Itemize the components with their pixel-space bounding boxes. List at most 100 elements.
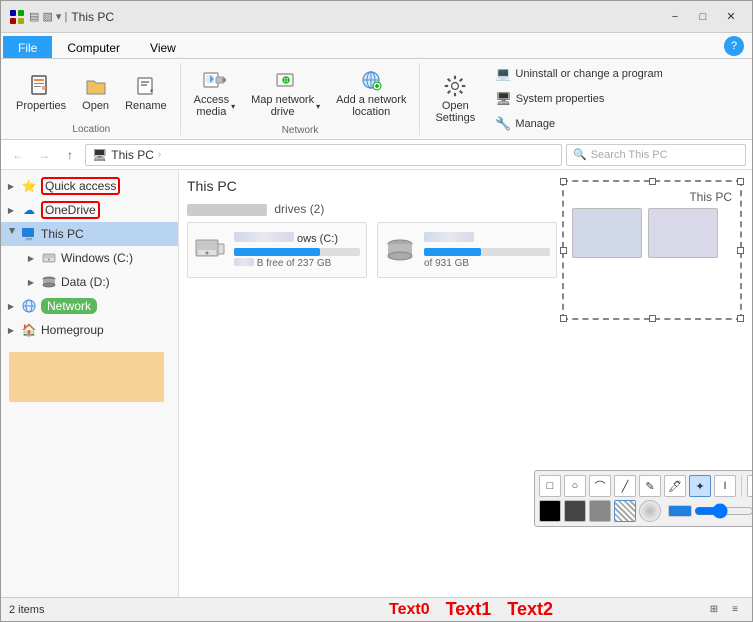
color-fade-button[interactable] (639, 500, 661, 522)
drive-d-info: of 931 GB (424, 232, 550, 269)
opacity-slider[interactable] (694, 505, 752, 517)
rename-button[interactable]: Rename (118, 69, 174, 117)
status-count: 2 items (9, 604, 237, 616)
map-network-label: Map networkdrive (251, 94, 314, 118)
drives-label: drives (2) (187, 202, 744, 216)
uninstall-button[interactable]: 💻 Uninstall or change a program (488, 63, 670, 85)
rename-icon (134, 74, 158, 98)
draw-line-button[interactable]: ╱ (614, 475, 636, 497)
draw-text-button[interactable]: I (714, 475, 736, 497)
search-box[interactable]: 🔍 Search This PC (566, 144, 746, 166)
content-area: This PC drives (2) (179, 170, 752, 597)
status-center: Text0 Text1 Text2 (243, 599, 699, 620)
drive-c-info: ows (C:) B free of 237 GB (234, 232, 360, 269)
ribbon-group-system: OpenSettings 💻 Uninstall or change a pro… (420, 63, 679, 135)
manage-button[interactable]: 🔧 Manage (488, 113, 670, 135)
drive-d-bar-fill (424, 248, 481, 256)
tab-file[interactable]: File (3, 36, 52, 58)
tab-view[interactable]: View (135, 36, 191, 58)
location-group-label: Location (9, 122, 174, 135)
this-pc-arrow: ▶ (5, 228, 17, 240)
drive-d-name (424, 232, 550, 245)
window-icon (9, 9, 25, 25)
close-button[interactable]: ✕ (718, 7, 744, 27)
network-group-label: Network (187, 123, 414, 136)
color-pattern-button[interactable] (614, 500, 636, 522)
tab-computer[interactable]: Computer (52, 36, 135, 58)
sidebar-item-this-pc[interactable]: ▶ This PC (1, 222, 178, 246)
draw-pen-button[interactable]: 🖊 (664, 475, 686, 497)
drive-c-size: B free of 237 GB (234, 258, 360, 269)
minimize-button[interactable]: − (662, 7, 688, 27)
drives-grid: ows (C:) B free of 237 GB (187, 222, 744, 278)
sidebar-item-onedrive[interactable]: ▶ ☁ OneDrive (1, 198, 178, 222)
drive-c-icon (194, 234, 226, 266)
title-bar-title: This PC (71, 10, 662, 24)
color-blue-swatch (668, 505, 692, 517)
map-network-arrow: ▾ (316, 102, 320, 111)
sidebar-item-network[interactable]: ▶ Network (1, 294, 178, 318)
path-this-pc: This PC (111, 148, 154, 162)
draw-circle-button[interactable]: ○ (564, 475, 586, 497)
system-props-button[interactable]: 🖥 System properties (488, 88, 670, 110)
color-black-button[interactable] (539, 500, 561, 522)
search-placeholder: Search This PC (591, 149, 668, 161)
ribbon-content: Properties Open (1, 59, 752, 139)
drive-windows-c[interactable]: ows (C:) B free of 237 GB (187, 222, 367, 278)
access-media-icon (202, 68, 226, 92)
title-bar-quick-access: ▤ ▧ ▾ | (29, 10, 67, 23)
color-gray-button[interactable] (589, 500, 611, 522)
map-network-button[interactable]: Map networkdrive ▾ (244, 63, 327, 123)
access-media-button[interactable]: Accessmedia ▾ (187, 63, 242, 123)
forward-button[interactable]: → (33, 144, 55, 166)
uninstall-label: Uninstall or change a program (515, 68, 662, 80)
sidebar-item-quick-access[interactable]: ▶ ⭐ Quick access (1, 174, 178, 198)
quick-access-label: Quick access (41, 177, 120, 195)
view-grid-button[interactable]: ⊞ (705, 601, 723, 619)
path-icon: 🖥 (92, 148, 107, 162)
draw-rect-button[interactable]: □ (539, 475, 561, 497)
content-title: This PC (187, 178, 744, 194)
windows-c-arrow: ▶ (25, 252, 37, 264)
help-button[interactable]: ? (724, 36, 744, 56)
open-label: Open (82, 100, 109, 112)
address-path[interactable]: 🖥 This PC › (85, 144, 562, 166)
draw-star-button[interactable]: ✦ (689, 475, 711, 497)
draw-undo-button[interactable]: ↩ (747, 475, 752, 497)
open-icon (84, 74, 108, 98)
drive-data-d[interactable]: of 931 GB (377, 222, 557, 278)
maximize-button[interactable]: □ (690, 7, 716, 27)
draw-pencil-button[interactable]: ✎ (639, 475, 661, 497)
main-area: ▶ ⭐ Quick access ▶ ☁ OneDrive ▶ (1, 170, 752, 597)
quick-access-icon: ⭐ (21, 178, 37, 194)
drive-d-size: of 931 GB (424, 258, 550, 269)
network-icon (21, 298, 37, 314)
map-network-icon (274, 68, 298, 92)
onedrive-icon: ☁ (21, 202, 37, 218)
drives-count: drives (2) (274, 202, 324, 216)
ribbon-tab-bar: File Computer View ? (1, 33, 752, 59)
sidebar-item-homegroup[interactable]: ▶ 🏠 Homegroup (1, 318, 178, 342)
draw-toolbar-row1: □ ○ ⌒ ╱ ✎ 🖊 ✦ I ↩ ↪ 💾 ⧉ ✓ (539, 475, 752, 497)
sidebar-item-data-d[interactable]: ▶ Data (D:) (1, 270, 178, 294)
sidebar-item-windows-c[interactable]: ▶ Windows (C:) (1, 246, 178, 270)
open-button[interactable]: Open (75, 69, 116, 117)
onedrive-label: OneDrive (41, 201, 100, 219)
properties-button[interactable]: Properties (9, 69, 73, 117)
view-list-button[interactable]: ≡ (726, 601, 744, 619)
add-network-button[interactable]: Add a networklocation (329, 63, 413, 123)
up-button[interactable]: ↑ (59, 144, 81, 166)
properties-icon (29, 74, 53, 98)
ribbon-network-buttons: Accessmedia ▾ (187, 63, 414, 123)
drive-d-bar-bg (424, 248, 550, 256)
open-settings-button[interactable]: OpenSettings (426, 69, 484, 129)
status-text0: Text0 (389, 601, 430, 619)
rename-label: Rename (125, 100, 167, 112)
ribbon-location-buttons: Properties Open (9, 63, 174, 122)
draw-arc-button[interactable]: ⌒ (589, 475, 611, 497)
color-dark-button[interactable] (564, 500, 586, 522)
drive-c-bar-fill (234, 248, 320, 256)
back-button[interactable]: ← (7, 144, 29, 166)
onedrive-arrow: ▶ (5, 204, 17, 216)
data-d-label: Data (D:) (61, 275, 110, 289)
